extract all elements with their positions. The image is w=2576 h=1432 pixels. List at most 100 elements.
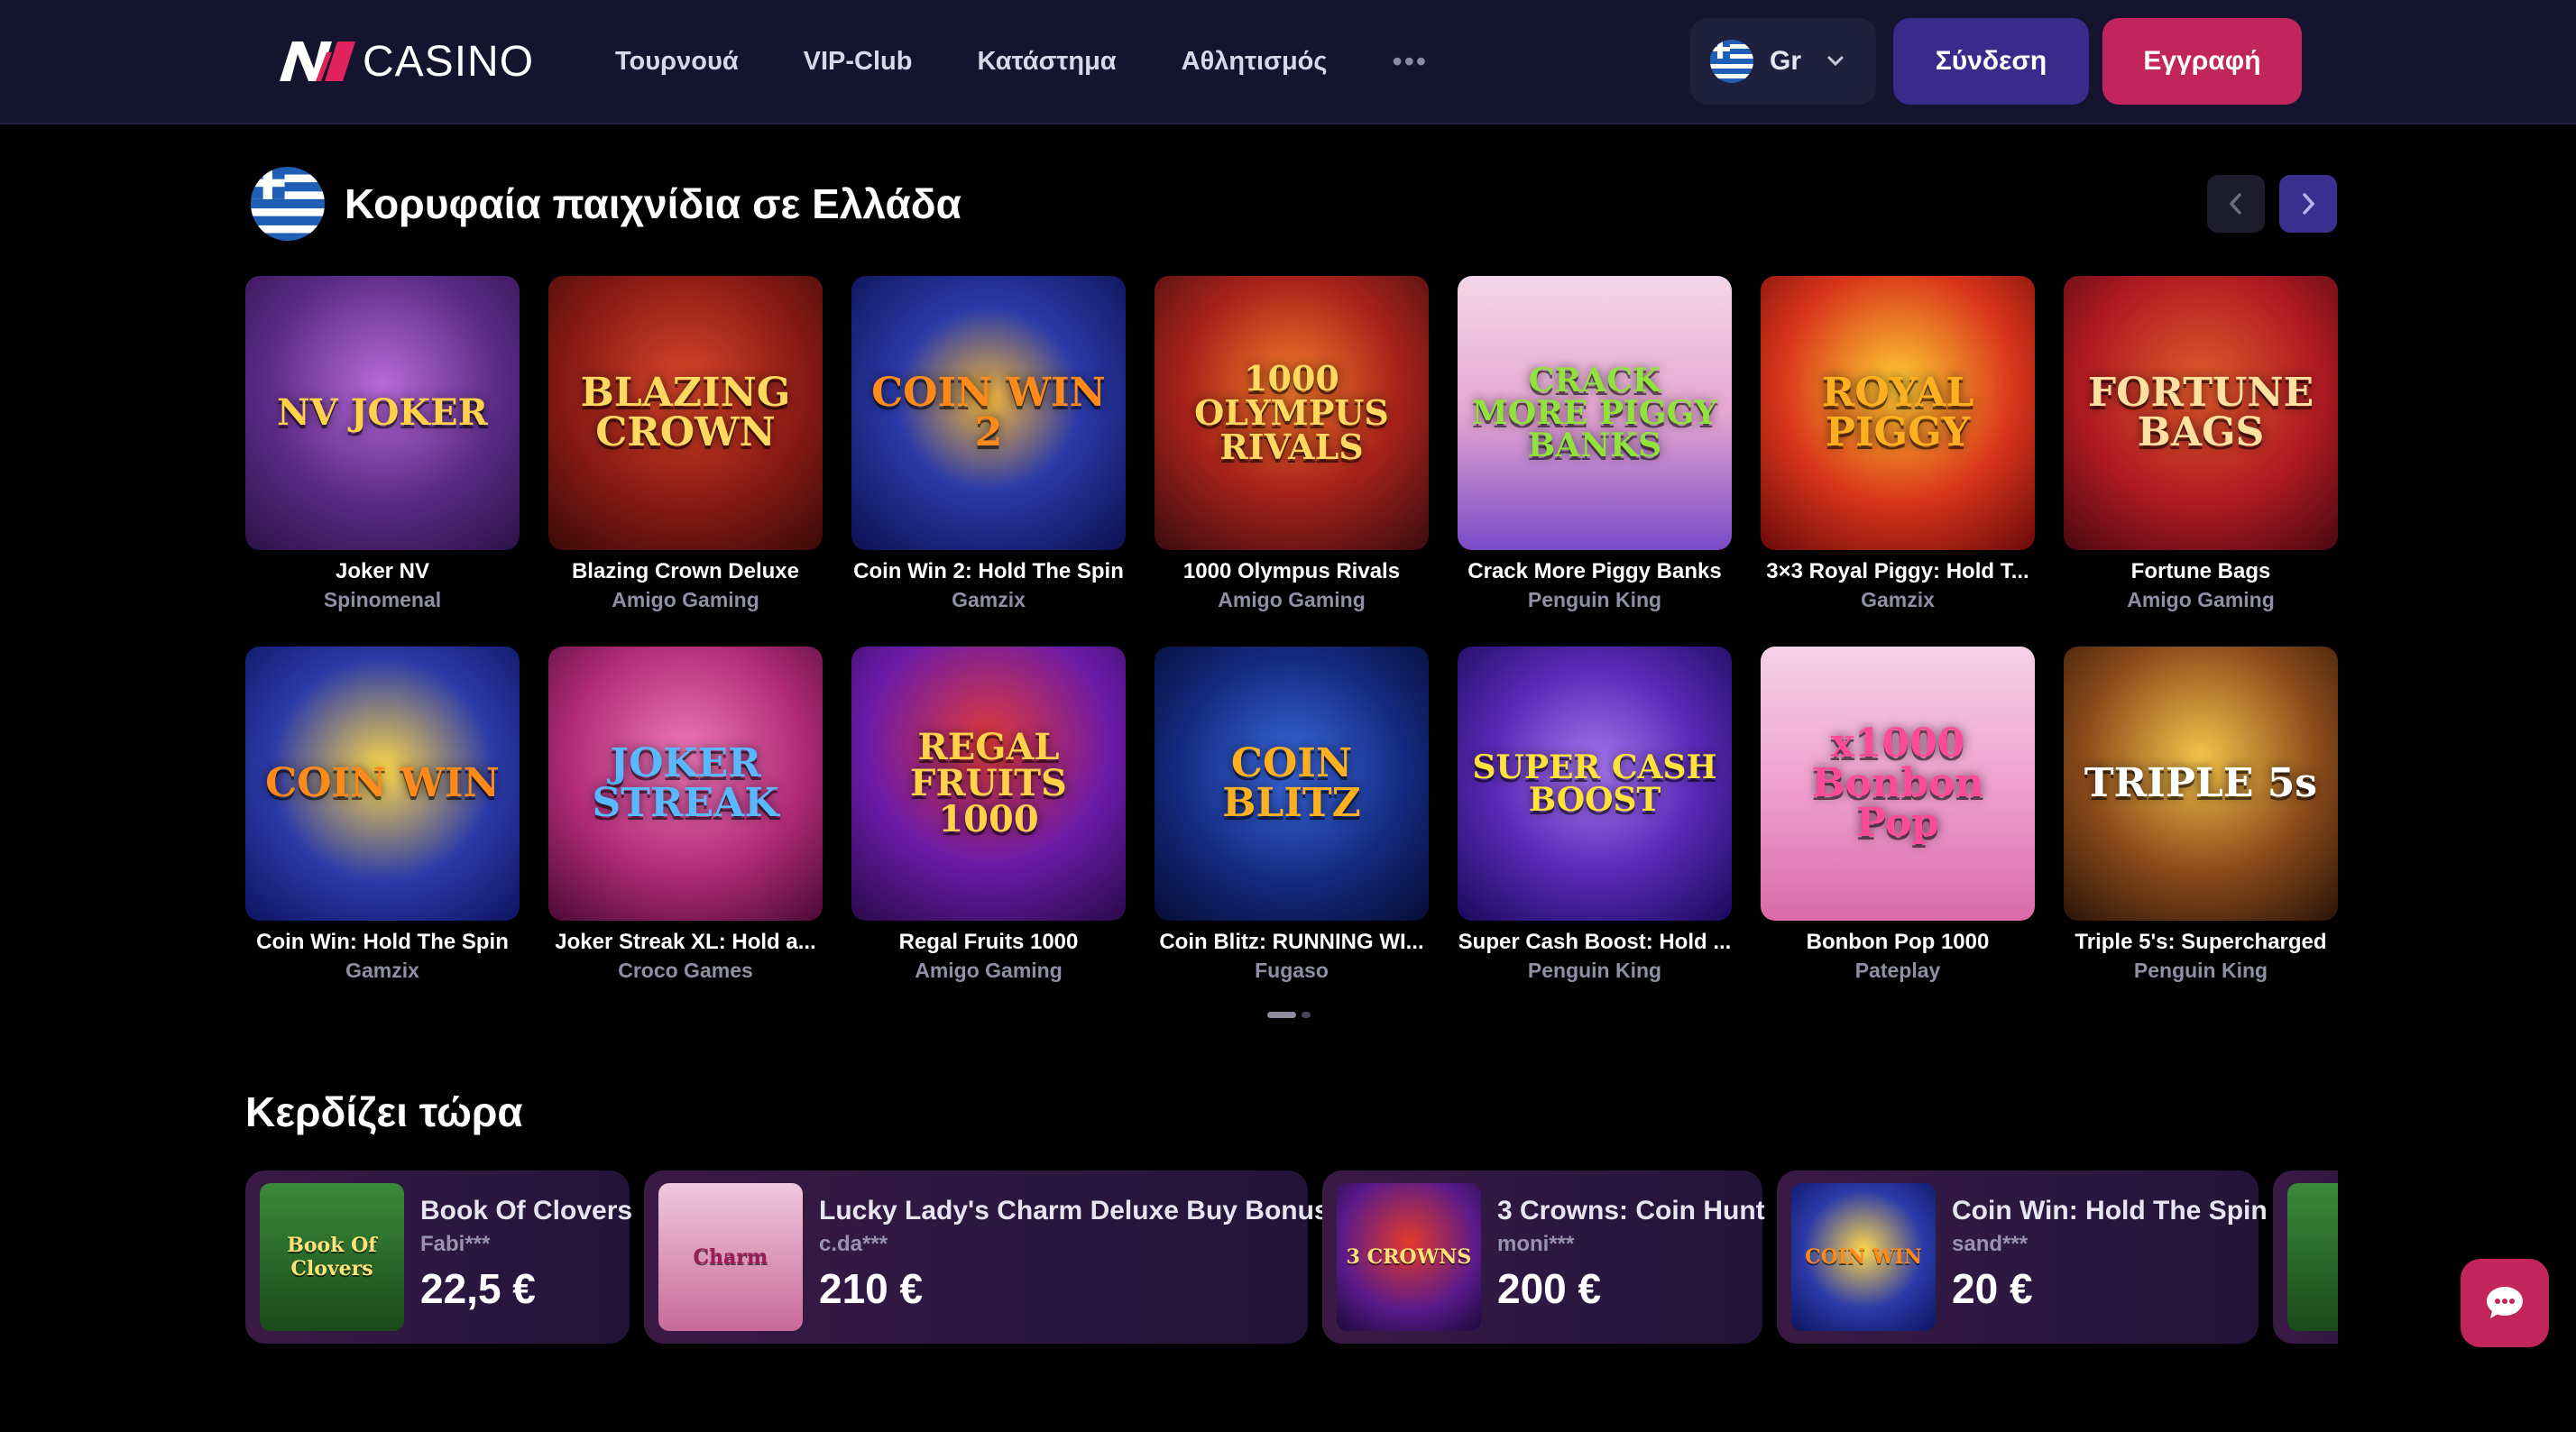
win-amount: 210 € (819, 1265, 924, 1312)
game-art-text: JOKER STREAK (592, 740, 779, 826)
game-provider: Amigo Gaming (612, 588, 759, 611)
game-provider: Penguin King (2133, 959, 2268, 982)
game-art-text: BLAZING CROWN (580, 370, 791, 455)
game-art-text: COIN BLITZ (1222, 740, 1361, 826)
win-user: moni*** (1497, 1232, 1575, 1256)
carousel-prev-button[interactable] (2207, 175, 2265, 233)
pagination-dot-active[interactable] (1267, 1012, 1296, 1018)
game-name: Triple 5's: Supercharged (2075, 930, 2327, 954)
win-amount: 20 € (1952, 1265, 2033, 1312)
carousel-next-button[interactable] (2279, 175, 2337, 233)
game-thumbnail: CRACK MORE PIGGY BANKS (1458, 276, 1732, 550)
game-card[interactable]: ROYAL PIGGY 3×3 Royal Piggy: Hold T... G… (1761, 276, 2035, 612)
game-art-text: ROYAL PIGGY (1821, 370, 1974, 455)
language-selector[interactable]: Gr (1690, 18, 1876, 105)
top-games-header: Κορυφαία παιχνίδια σε Ελλάδα (251, 167, 961, 241)
win-amount: 200 € (1497, 1265, 1602, 1312)
game-card[interactable]: 1000 OLYMPUS RIVALS 1000 Olympus Rivals … (1155, 276, 1429, 612)
section-title: Κορυφαία παιχνίδια σε Ελλάδα (345, 180, 961, 227)
game-thumbnail: JOKER STREAK (548, 647, 823, 921)
main-nav: Τουρνουά VIP-Club Κατάστημα Αθλητισμός •… (615, 40, 1428, 83)
game-art-text: TRIPLE 5s (2084, 760, 2318, 806)
game-name: Super Cash Boost: Hold ... (1458, 930, 1732, 954)
game-thumbnail: x1000 Bonbon Pop (1761, 647, 2035, 921)
pagination-dot[interactable] (1302, 1012, 1311, 1018)
game-name: 1000 Olympus Rivals (1182, 559, 1401, 583)
game-provider: Amigo Gaming (1218, 588, 1366, 611)
game-name: Coin Win 2: Hold The Spin (853, 559, 1124, 583)
game-provider: Amigo Gaming (915, 959, 1063, 982)
game-card[interactable]: JOKER STREAK Joker Streak XL: Hold a... … (548, 647, 823, 983)
game-card[interactable]: BLAZING CROWN Blazing Crown Deluxe Amigo… (548, 276, 823, 612)
game-name: 3×3 Royal Piggy: Hold T... (1766, 559, 2029, 583)
game-thumbnail: COIN BLITZ (1155, 647, 1429, 921)
nav-sports[interactable]: Αθλητισμός (1182, 47, 1328, 77)
win-user: Fabi*** (420, 1232, 491, 1256)
game-card[interactable]: CRACK MORE PIGGY BANKS Crack More Piggy … (1458, 276, 1732, 612)
game-provider: Spinomenal (323, 588, 442, 611)
language-code: Gr (1770, 46, 1802, 76)
game-provider: Gamzix (1861, 588, 1935, 611)
game-provider: Croco Games (618, 959, 753, 982)
game-art-text: NV JOKER (277, 391, 488, 434)
logo-mark-icon (280, 41, 355, 81)
game-card[interactable]: COIN BLITZ Coin Blitz: RUNNING WI... Fug… (1155, 647, 1429, 983)
win-info: 3 Crowns: Coin Hunt moni*** 200 € (1497, 1183, 1765, 1313)
game-card[interactable]: FORTUNE BAGS Fortune Bags Amigo Gaming (2064, 276, 2338, 612)
win-game-thumbnail: Charm (658, 1183, 803, 1331)
win-card[interactable]: 3 CROWNS 3 Crowns: Coin Hunt moni*** 200… (1322, 1170, 1765, 1344)
nav-more-button[interactable]: ••• (1392, 45, 1428, 78)
game-art-text: x1000 Bonbon Pop (1811, 721, 1984, 846)
game-thumbnail: BLAZING CROWN (548, 276, 823, 550)
logo[interactable]: CASINO (280, 36, 534, 87)
game-provider: Fugaso (1255, 959, 1329, 982)
game-name: Bonbon Pop 1000 (1806, 930, 1990, 954)
chevron-down-icon (1827, 56, 1844, 67)
win-game-thumbnail: COIN WIN (1791, 1183, 1936, 1331)
game-card[interactable]: REGAL FRUITS 1000 Regal Fruits 1000 Amig… (851, 647, 1126, 983)
win-info: Lucky Lady's Charm Deluxe Buy Bonus c.da… (819, 1183, 1329, 1313)
win-game-title: 3 Crowns: Coin Hunt (1497, 1196, 1765, 1225)
win-game-title: Coin Win: Hold The Spin (1952, 1196, 2268, 1225)
game-art-text: CRACK MORE PIGGY BANKS (1471, 362, 1718, 464)
game-thumbnail: SUPER CASH BOOST (1458, 647, 1732, 921)
login-button[interactable]: Σύνδεση (1893, 18, 2089, 105)
win-game-title: Lucky Lady's Charm Deluxe Buy Bonus (819, 1196, 1329, 1225)
top-games-grid: NV JOKER Joker NV Spinomenal BLAZING CRO… (245, 276, 2338, 983)
game-name: Joker Streak XL: Hold a... (555, 930, 816, 954)
win-card-partial[interactable] (2273, 1170, 2338, 1344)
game-provider: Penguin King (1527, 588, 1662, 611)
game-name: Blazing Crown Deluxe (571, 559, 800, 583)
game-card[interactable]: x1000 Bonbon Pop Bonbon Pop 1000 Patepla… (1761, 647, 2035, 983)
win-user: c.da*** (819, 1232, 888, 1256)
game-provider: Gamzix (952, 588, 1026, 611)
game-art-text: FORTUNE BAGS (2087, 370, 2314, 455)
winning-now-title: Κερδίζει τώρα (245, 1088, 523, 1135)
nav-tournaments[interactable]: Τουρνουά (615, 47, 739, 77)
win-card[interactable]: COIN WIN Coin Win: Hold The Spin sand***… (1777, 1170, 2268, 1344)
game-name: Regal Fruits 1000 (898, 930, 1079, 954)
game-thumbnail: NV JOKER (245, 276, 520, 550)
game-art-text: REGAL FRUITS 1000 (910, 726, 1067, 840)
game-card[interactable]: TRIPLE 5s Triple 5's: Supercharged Pengu… (2064, 647, 2338, 983)
nav-vip-club[interactable]: VIP-Club (804, 47, 913, 77)
chevron-left-icon (2229, 193, 2241, 215)
win-info: Book Of Clovers Fabi*** 22,5 € (420, 1183, 632, 1313)
game-card[interactable]: NV JOKER Joker NV Spinomenal (245, 276, 520, 612)
nav-shop[interactable]: Κατάστημα (978, 47, 1117, 77)
game-card[interactable]: COIN WIN 2 Coin Win 2: Hold The Spin Gam… (851, 276, 1126, 612)
greece-flag-icon (1710, 40, 1753, 83)
register-button[interactable]: Εγγραφή (2102, 18, 2302, 105)
game-provider: Penguin King (1527, 959, 1662, 982)
win-card[interactable]: Book Of Clovers Book Of Clovers Fabi*** … (245, 1170, 632, 1344)
win-game-thumbnail: 3 CROWNS (1337, 1183, 1481, 1331)
game-name: Crack More Piggy Banks (1467, 559, 1722, 583)
chat-button[interactable] (2461, 1259, 2549, 1347)
game-provider: Gamzix (345, 959, 419, 982)
game-card[interactable]: COIN WIN Coin Win: Hold The Spin Gamzix (245, 647, 520, 983)
game-thumbnail: ROYAL PIGGY (1761, 276, 2035, 550)
game-name: Coin Win: Hold The Spin (256, 930, 509, 954)
game-name: Fortune Bags (2130, 559, 2271, 583)
game-card[interactable]: SUPER CASH BOOST Super Cash Boost: Hold … (1458, 647, 1732, 983)
win-card[interactable]: Charm Lucky Lady's Charm Deluxe Buy Bonu… (644, 1170, 1329, 1344)
